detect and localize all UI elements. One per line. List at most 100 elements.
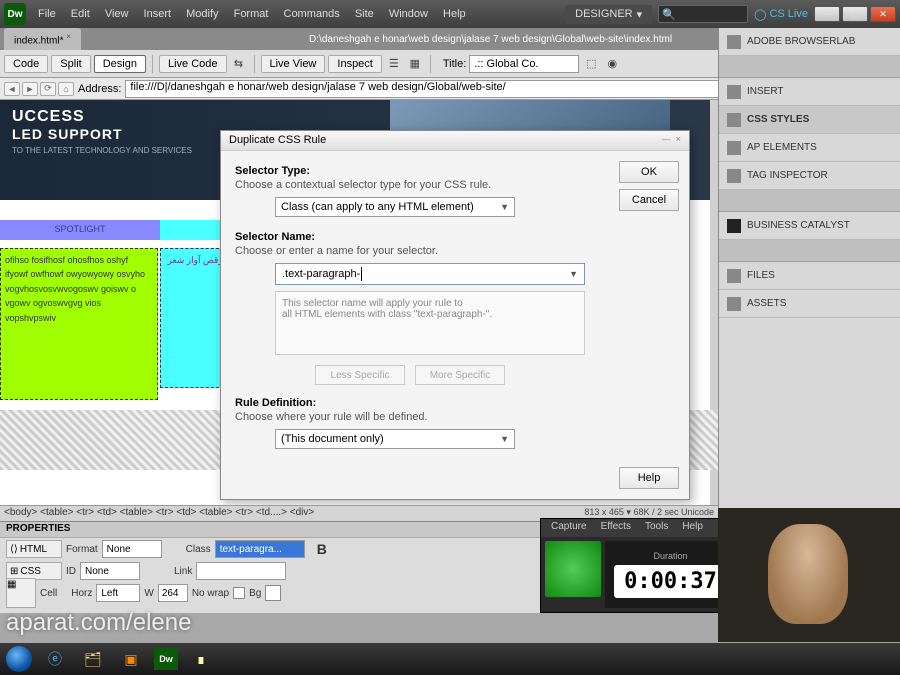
w-input[interactable]: 264: [158, 584, 188, 602]
cell-icon[interactable]: ▦: [6, 578, 36, 608]
bc-icon: [727, 219, 741, 233]
format-select[interactable]: None: [102, 540, 162, 558]
forward-button[interactable]: ►: [22, 82, 38, 96]
help-button[interactable]: Help: [619, 467, 679, 489]
minimize-button[interactable]: ─: [814, 6, 840, 22]
menu-modify[interactable]: Modify: [186, 8, 218, 20]
bg-label: Bg: [249, 588, 261, 599]
link-input[interactable]: [196, 562, 286, 580]
dialog-close-icon[interactable]: — ×: [662, 134, 681, 147]
browserlab-icon: [727, 35, 741, 49]
taskbar-ie-icon[interactable]: ⓔ: [40, 647, 70, 671]
taskbar-player-icon[interactable]: ▣: [116, 647, 146, 671]
selector-name-label: Selector Name:: [235, 231, 675, 243]
maximize-button[interactable]: ▢: [842, 6, 868, 22]
selector-type-combo[interactable]: Class (can apply to any HTML element)▼: [275, 197, 515, 217]
selector-description: This selector name will apply your rule …: [275, 291, 585, 355]
tab-index-html[interactable]: index.html* ×: [4, 28, 81, 49]
inspect-button[interactable]: Inspect: [328, 55, 381, 73]
menu-file[interactable]: File: [38, 8, 56, 20]
page-title-input[interactable]: [469, 55, 579, 73]
nowrap-label: No wrap: [192, 588, 229, 599]
w-label: W: [144, 588, 153, 599]
capture-menu[interactable]: Capture: [551, 521, 587, 535]
less-specific-button[interactable]: Less Specific: [315, 365, 405, 385]
dialog-titlebar[interactable]: Duplicate CSS Rule — ×: [221, 131, 689, 151]
menu-site[interactable]: Site: [355, 8, 374, 20]
html-tab[interactable]: ⟨⟩HTML: [6, 540, 62, 558]
cslive-button[interactable]: ◯CS Live: [754, 8, 808, 21]
rule-definition-combo[interactable]: (This document only)▼: [275, 429, 515, 449]
cancel-button[interactable]: Cancel: [619, 189, 679, 211]
toolbar-icon[interactable]: ◉: [603, 55, 621, 73]
panel-insert[interactable]: INSERT: [719, 78, 900, 106]
live-view-button[interactable]: Live View: [261, 55, 326, 73]
duration-timer: 0:00:37: [614, 565, 727, 598]
id-label: ID: [66, 566, 76, 577]
code-view-button[interactable]: Code: [4, 55, 48, 73]
tag-icon: [727, 169, 741, 183]
id-select[interactable]: None: [80, 562, 140, 580]
record-button[interactable]: [545, 541, 601, 597]
split-view-button[interactable]: Split: [51, 55, 90, 73]
panel-css-styles[interactable]: CSS STYLES: [719, 106, 900, 134]
close-button[interactable]: ✕: [870, 6, 896, 22]
nowrap-checkbox[interactable]: [233, 587, 245, 599]
start-button[interactable]: [6, 646, 32, 672]
panel-business-catalyst[interactable]: BUSINESS CATALYST: [719, 212, 900, 240]
workspace-switcher[interactable]: DESIGNER▾: [565, 5, 652, 24]
panel-tag-inspector[interactable]: TAG INSPECTOR: [719, 162, 900, 190]
toolbar-icon[interactable]: ⇆: [230, 55, 248, 73]
ok-button[interactable]: OK: [619, 161, 679, 183]
assets-icon: [727, 297, 741, 311]
bg-color-picker[interactable]: [265, 585, 281, 601]
live-code-button[interactable]: Live Code: [159, 55, 227, 73]
panel-files[interactable]: FILES: [719, 262, 900, 290]
duration-label: Duration: [653, 551, 687, 561]
chevron-down-icon: ▼: [569, 269, 578, 279]
tab-close-icon[interactable]: ×: [66, 31, 71, 41]
toolbar-icon[interactable]: ▦: [406, 55, 424, 73]
chevron-down-icon: ▼: [500, 202, 509, 212]
refresh-button[interactable]: ⟳: [40, 82, 56, 96]
cslive-icon: ◯: [754, 8, 766, 21]
selector-type-hint: Choose a contextual selector type for yo…: [235, 179, 675, 191]
panel-browserlab[interactable]: ADOBE BROWSERLAB: [719, 28, 900, 56]
design-view-button[interactable]: Design: [94, 55, 146, 73]
tools-menu[interactable]: Tools: [645, 521, 668, 535]
effects-menu[interactable]: Effects: [601, 521, 631, 535]
webcam-overlay: [718, 508, 900, 642]
content-box-green[interactable]: ofihso fosifhosf ohosfhos oshyf ifyowf o…: [0, 248, 158, 400]
menu-window[interactable]: Window: [389, 8, 428, 20]
menu-view[interactable]: View: [105, 8, 129, 20]
selector-name-input[interactable]: .text-paragraph-▼: [275, 263, 585, 285]
format-label: Format: [66, 544, 98, 555]
taskbar-dreamweaver-icon[interactable]: Dw: [154, 648, 178, 670]
search-field[interactable]: 🔍: [658, 5, 748, 23]
horz-select[interactable]: Left: [96, 584, 140, 602]
menu-format[interactable]: Format: [234, 8, 269, 20]
help-menu[interactable]: Help: [682, 521, 703, 535]
search-icon: 🔍: [662, 8, 676, 21]
windows-taskbar: ⓔ 🗂 ▣ Dw ∎: [0, 643, 900, 675]
title-label: Title:: [443, 58, 466, 70]
menu-edit[interactable]: Edit: [71, 8, 90, 20]
cell-label: Cell: [40, 588, 57, 599]
more-specific-button[interactable]: More Specific: [415, 365, 505, 385]
panel-ap-elements[interactable]: AP ELEMENTS: [719, 134, 900, 162]
menu-help[interactable]: Help: [443, 8, 466, 20]
insert-icon: [727, 85, 741, 99]
toolbar-icon[interactable]: ☰: [385, 55, 403, 73]
layout-col-1: SPOTLIGHT: [0, 220, 160, 240]
panel-assets[interactable]: ASSETS: [719, 290, 900, 318]
menu-insert[interactable]: Insert: [144, 8, 172, 20]
menu-commands[interactable]: Commands: [284, 8, 340, 20]
address-label: Address:: [78, 83, 121, 95]
bold-button[interactable]: B: [317, 541, 327, 557]
taskbar-explorer-icon[interactable]: 🗂: [78, 647, 108, 671]
toolbar-icon[interactable]: ⬚: [582, 55, 600, 73]
home-button[interactable]: ⌂: [58, 82, 74, 96]
class-select[interactable]: text-paragra...: [215, 540, 305, 558]
back-button[interactable]: ◄: [4, 82, 20, 96]
taskbar-recorder-icon[interactable]: ∎: [186, 647, 216, 671]
